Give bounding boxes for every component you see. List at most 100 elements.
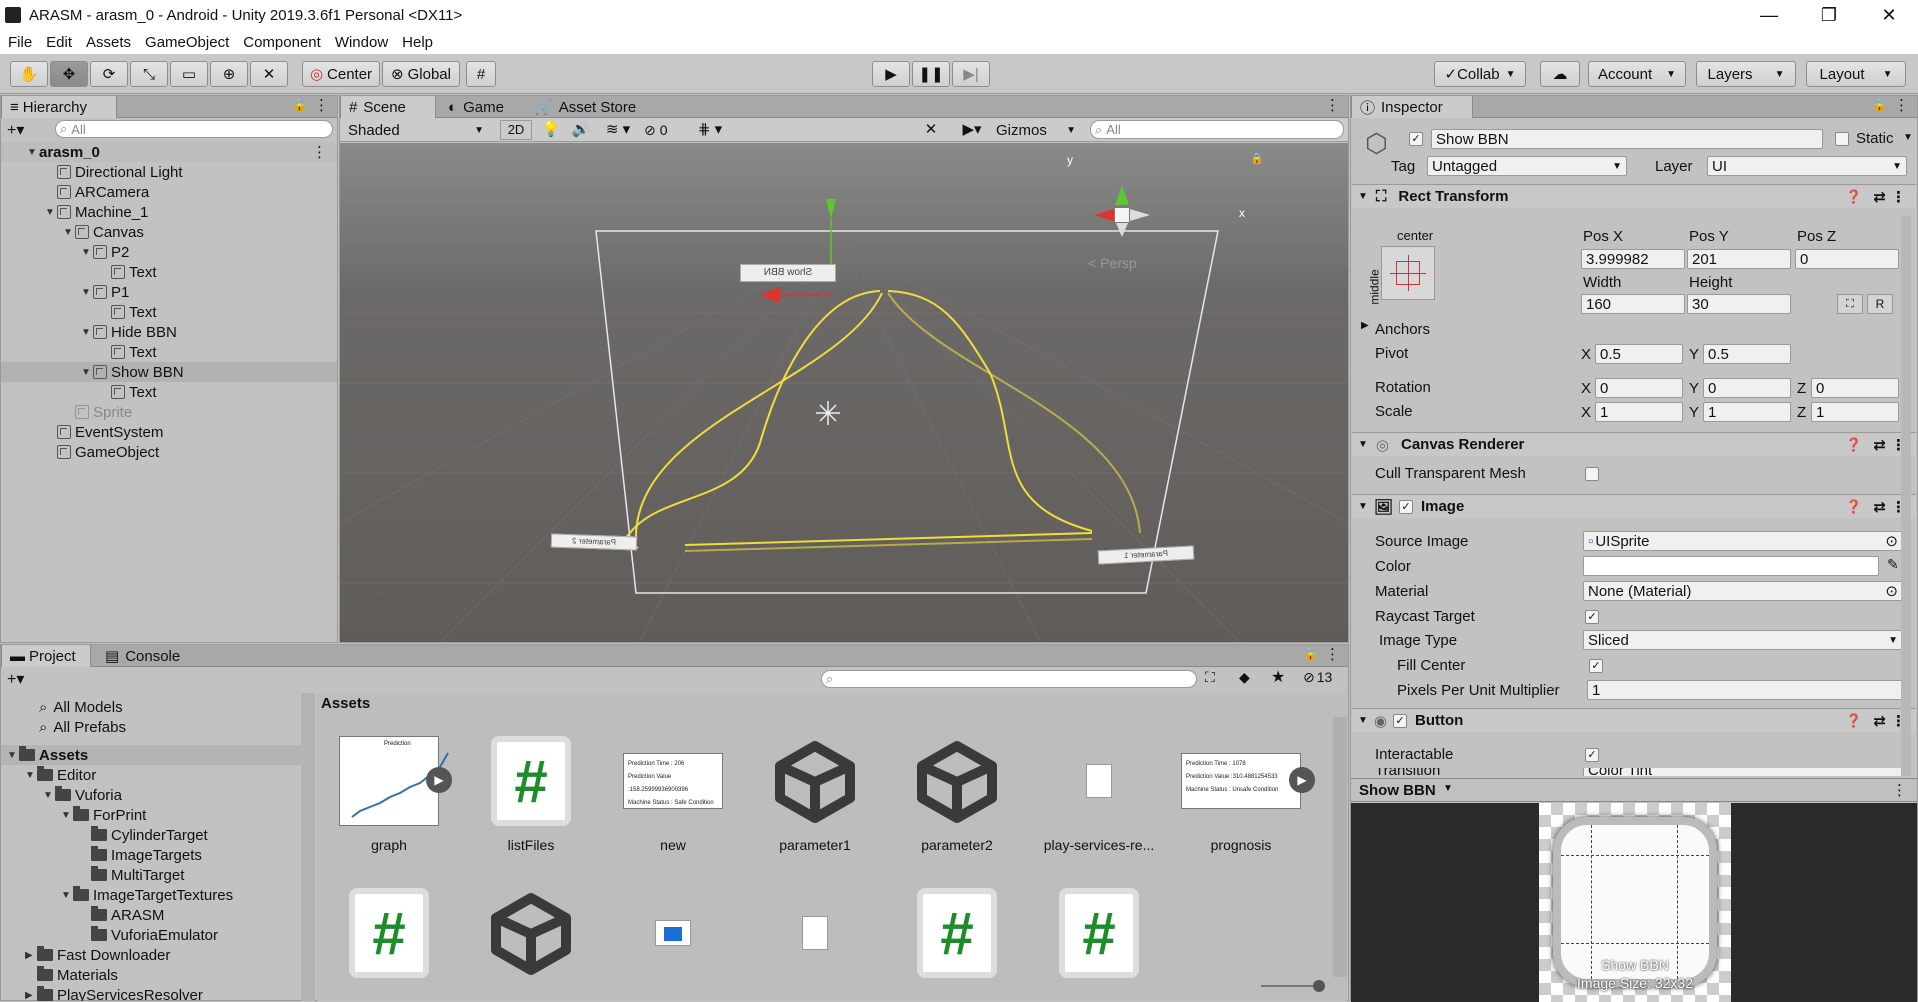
height-input[interactable]: 30 bbox=[1687, 294, 1791, 314]
favorite-all-prefabs[interactable]: ⌕ All Prefabs bbox=[39, 717, 126, 737]
presets-icon[interactable]: ⇄ bbox=[1873, 712, 1886, 730]
pivot-global-toggle[interactable]: ⊗ Global bbox=[382, 61, 460, 87]
grid-snap-icon[interactable]: # bbox=[466, 61, 496, 87]
expand-arrow-icon[interactable]: ▼ bbox=[45, 207, 57, 218]
step-button[interactable]: ▶| bbox=[952, 61, 990, 87]
asset-item[interactable]: Prediction Time : 1078 Prediction Value :… bbox=[1181, 733, 1315, 853]
pivot-y-input[interactable]: 0.5 bbox=[1703, 344, 1791, 364]
folder-tree-item[interactable]: ▼ ForPrint bbox=[1, 805, 301, 825]
posy-input[interactable]: 201 bbox=[1687, 249, 1791, 269]
canvas-renderer-header[interactable]: ▼ ◎ Canvas Renderer ❓ ⇄ ⋮ bbox=[1352, 432, 1916, 456]
hierarchy-item[interactable]: Text bbox=[1, 262, 337, 282]
static-checkbox[interactable] bbox=[1835, 132, 1849, 146]
ppu-multiplier-input[interactable]: 1 bbox=[1587, 680, 1903, 700]
minimize-button[interactable]: — bbox=[1746, 0, 1792, 30]
hierarchy-item[interactable]: ▼ P1 bbox=[1, 282, 337, 302]
help-icon[interactable]: ❓ bbox=[1846, 437, 1862, 453]
folder-tree-item[interactable]: CylinderTarget bbox=[1, 825, 301, 845]
search-by-type-icon[interactable]: ⛶ bbox=[1205, 669, 1215, 686]
posz-input[interactable]: 0 bbox=[1795, 249, 1899, 269]
scale-z-input[interactable]: 1 bbox=[1811, 402, 1899, 422]
raycast-target-checkbox[interactable]: ✓ bbox=[1585, 610, 1599, 624]
tab-inspector[interactable]: ⓘ Inspector bbox=[1351, 96, 1473, 118]
rotate-tool-icon[interactable]: ⟳ bbox=[90, 61, 128, 87]
expand-arrow-icon[interactable]: ▼ bbox=[81, 327, 93, 338]
component-menu-icon[interactable]: ⋮ bbox=[1891, 188, 1906, 206]
preview-header[interactable]: Show BBN ▼ ⋮ bbox=[1351, 778, 1917, 802]
folder-tree-item[interactable]: MultiTarget bbox=[1, 865, 301, 885]
2d-toggle[interactable]: 2D bbox=[500, 120, 532, 140]
hierarchy-item[interactable]: Text bbox=[1, 302, 337, 322]
panel-menu-icon[interactable]: ⋮ bbox=[314, 96, 329, 114]
rotation-y-input[interactable]: 0 bbox=[1703, 378, 1791, 398]
menu-window[interactable]: Window bbox=[335, 34, 388, 51]
shading-mode-dropdown[interactable]: Shaded ▼ bbox=[344, 120, 488, 140]
blueprint-mode-icon[interactable]: ⛶ bbox=[1837, 294, 1863, 314]
menu-gameobject[interactable]: GameObject bbox=[145, 34, 229, 51]
panel-menu-icon[interactable]: ⋮ bbox=[1325, 645, 1340, 663]
preview-dropdown-icon[interactable]: ▼ bbox=[1443, 783, 1453, 794]
object-name-input[interactable]: Show BBN bbox=[1431, 129, 1823, 149]
gizmo-lock-icon[interactable]: 🔒 bbox=[1250, 152, 1264, 165]
menu-edit[interactable]: Edit bbox=[46, 34, 72, 51]
gizmos-dropdown[interactable]: Gizmos ▼ bbox=[996, 120, 1076, 140]
search-by-label-icon[interactable]: ◆ bbox=[1239, 669, 1250, 686]
hierarchy-item[interactable]: ▼ Canvas bbox=[1, 222, 337, 242]
collab-dropdown[interactable]: ✓ Collab ▼ bbox=[1434, 61, 1526, 87]
tab-game[interactable]: ◐ Game bbox=[440, 96, 524, 118]
hierarchy-item[interactable]: Text bbox=[1, 342, 337, 362]
source-image-field[interactable]: ▫ UISprite ⊙ bbox=[1583, 531, 1903, 551]
asset-item[interactable] bbox=[755, 885, 875, 981]
menu-assets[interactable]: Assets bbox=[86, 34, 131, 51]
camera-dropdown-icon[interactable]: ▶▾ bbox=[952, 120, 992, 140]
inspector-scrollbar[interactable] bbox=[1901, 216, 1911, 776]
favorites-star-icon[interactable]: ★ bbox=[1271, 667, 1285, 687]
image-header[interactable]: ▼ 🖼 ✓ Image ❓ ⇄ ⋮ bbox=[1352, 494, 1916, 518]
folder-tree-item[interactable]: ▼ ImageTargetTextures bbox=[1, 885, 301, 905]
eyedropper-icon[interactable]: ✎ bbox=[1887, 556, 1899, 573]
help-icon[interactable]: ❓ bbox=[1846, 499, 1862, 515]
effects-dropdown-icon[interactable]: ≋ ▾ bbox=[598, 120, 638, 140]
hierarchy-item[interactable]: Sprite bbox=[1, 402, 337, 422]
width-input[interactable]: 160 bbox=[1581, 294, 1685, 314]
image-enabled-checkbox[interactable]: ✓ bbox=[1398, 499, 1413, 514]
hierarchy-item[interactable]: GameObject bbox=[1, 442, 337, 462]
asset-item[interactable] bbox=[471, 885, 591, 981]
project-search-input[interactable]: ⌕ bbox=[821, 670, 1197, 688]
custom-tool-icon[interactable]: ✕ bbox=[250, 61, 288, 87]
asset-item[interactable] bbox=[613, 885, 733, 981]
tab-scene[interactable]: # Scene bbox=[340, 96, 436, 118]
posx-input[interactable]: 3.999982 bbox=[1581, 249, 1685, 269]
expand-arrow-icon[interactable]: ▼ bbox=[61, 890, 73, 901]
expand-arrow-icon[interactable]: ▼ bbox=[63, 227, 75, 238]
hierarchy-item[interactable]: ▼ Hide BBN bbox=[1, 322, 337, 342]
asset-item[interactable]: # bbox=[897, 885, 1017, 981]
hidden-objects-count[interactable]: ⊘ 0 bbox=[644, 120, 684, 140]
asset-item[interactable]: # listFiles bbox=[471, 733, 591, 853]
layers-dropdown[interactable]: Layers ▼ bbox=[1696, 61, 1796, 87]
hierarchy-item[interactable]: ▼ arasm_0 ⋮ bbox=[1, 142, 337, 162]
folder-tree-item[interactable]: Materials bbox=[1, 965, 301, 985]
anchors-label[interactable]: Anchors bbox=[1375, 321, 1430, 338]
lock-icon[interactable]: 🔒 bbox=[292, 98, 307, 112]
material-field[interactable]: None (Material) ⊙ bbox=[1583, 581, 1903, 601]
help-icon[interactable]: ❓ bbox=[1846, 189, 1862, 205]
hierarchy-item[interactable]: ▼ Machine_1 bbox=[1, 202, 337, 222]
asset-item[interactable]: Prediction Time : 206 Prediction Value :1… bbox=[613, 733, 733, 853]
scale-x-input[interactable]: 1 bbox=[1595, 402, 1683, 422]
folder-tree-item[interactable]: ARASM bbox=[1, 905, 301, 925]
folder-tree-item[interactable]: ImageTargets bbox=[1, 845, 301, 865]
scale-tool-icon[interactable]: ⤡ bbox=[130, 61, 168, 87]
hidden-packages-count[interactable]: ⊘ 13 bbox=[1303, 669, 1332, 686]
create-asset-icon[interactable]: +▾ bbox=[7, 669, 24, 689]
scene-viewport[interactable]: Show BBN Parameter 2 Parameter 1 y x 🔒 <… bbox=[340, 143, 1348, 642]
image-type-dropdown[interactable]: Sliced ▼ bbox=[1583, 630, 1903, 650]
menu-help[interactable]: Help bbox=[402, 34, 433, 51]
hierarchy-item[interactable]: ARCamera bbox=[1, 182, 337, 202]
asset-item[interactable]: parameter1 bbox=[755, 733, 875, 853]
expand-arrow-icon[interactable]: ▶ bbox=[25, 990, 37, 1001]
layout-dropdown[interactable]: Layout ▼ bbox=[1806, 61, 1906, 87]
tools-icon[interactable]: ✕ bbox=[918, 120, 944, 140]
expand-arrow-icon[interactable]: ▼ bbox=[7, 750, 19, 761]
lighting-toggle-icon[interactable]: 💡 bbox=[538, 120, 564, 140]
